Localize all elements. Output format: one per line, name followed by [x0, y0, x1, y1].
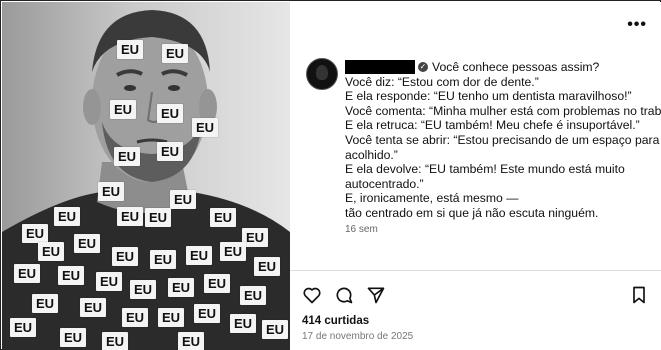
post-photo[interactable]: EU EU EU EU EU EU EU EU EU EU EU EU EU E… — [2, 2, 290, 350]
eu-sticker: EU — [32, 294, 59, 313]
eu-sticker: EU — [80, 298, 107, 317]
eu-sticker: EU — [54, 207, 81, 226]
caption-line: Você tenta se abrir: “Estou precisando d… — [345, 132, 661, 147]
likes-count[interactable]: 414 curtidas — [302, 315, 369, 327]
eu-sticker: EU — [110, 100, 137, 119]
eu-sticker: EU — [240, 286, 267, 305]
eu-sticker: EU — [150, 250, 177, 269]
eu-sticker: EU — [194, 304, 221, 323]
caption-header: ✓ Você conhece pessoas assim? — [345, 60, 660, 75]
like-button[interactable] — [302, 285, 322, 305]
eu-sticker: EU — [157, 142, 184, 161]
caption-line: Você diz: “Estou com dor de dente.” — [345, 74, 539, 89]
post-frame: EU EU EU EU EU EU EU EU EU EU EU EU EU E… — [0, 0, 661, 350]
eu-sticker: EU — [58, 266, 85, 285]
eu-sticker: EU — [130, 280, 157, 299]
eu-sticker: EU — [158, 308, 185, 327]
eu-sticker: EU — [74, 234, 101, 253]
eu-sticker: EU — [145, 208, 172, 227]
bookmark-icon — [633, 286, 645, 304]
eu-sticker: EU — [114, 147, 141, 166]
eu-sticker: EU — [60, 328, 87, 347]
eu-sticker: EU — [157, 104, 184, 123]
avatar[interactable] — [306, 58, 338, 90]
caption-title: Você conhece pessoas assim? — [432, 60, 600, 74]
eu-sticker: EU — [98, 182, 125, 201]
eu-sticker: EU — [96, 272, 123, 291]
eu-sticker: EU — [230, 314, 257, 333]
caption-line: autocentrado.” — [345, 176, 424, 191]
eu-sticker: EU — [204, 274, 231, 293]
more-horizontal-icon: ••• — [627, 16, 647, 33]
eu-sticker: EU — [162, 44, 189, 63]
caption-line: E, ironicamente, está mesmo — — [345, 191, 519, 206]
eu-sticker: EU — [117, 40, 144, 59]
send-icon — [367, 287, 385, 304]
comment-button[interactable] — [334, 285, 354, 305]
eu-sticker: EU — [254, 257, 281, 276]
post-caption: ✓ Você conhece pessoas assim? Você diz: … — [345, 60, 661, 221]
post-side-panel: ••• ✓ Você conhece pessoas assim? Você d… — [290, 2, 661, 350]
eu-sticker: EU — [186, 246, 213, 265]
eu-sticker: EU — [14, 264, 41, 283]
share-button[interactable] — [366, 285, 386, 305]
eu-sticker: EU — [38, 242, 65, 261]
eu-sticker: EU — [117, 207, 144, 226]
divider — [290, 270, 661, 271]
eu-sticker: EU — [112, 247, 139, 266]
more-options-button[interactable]: ••• — [627, 16, 647, 34]
eu-sticker: EU — [262, 320, 289, 339]
eu-sticker: EU — [122, 308, 149, 327]
save-button[interactable] — [629, 285, 649, 305]
post-date: 17 de novembro de 2025 — [302, 331, 414, 342]
eu-sticker: EU — [102, 332, 129, 350]
comment-icon — [336, 287, 353, 304]
caption-line: E ela responde: “EU tenho um dentista ma… — [345, 89, 632, 104]
eu-sticker: EU — [178, 332, 205, 350]
eu-sticker: EU — [10, 318, 37, 337]
caption-line: E ela devolve: “EU também! Este mundo es… — [345, 162, 625, 177]
action-bar — [302, 285, 386, 305]
redacted-username[interactable] — [345, 60, 415, 75]
caption-line: acolhido.” — [345, 147, 398, 162]
heart-icon — [303, 287, 321, 304]
eu-sticker: EU — [192, 118, 219, 137]
caption-line: Você comenta: “Minha mulher está com pro… — [345, 103, 661, 118]
eu-sticker: EU — [210, 208, 237, 227]
verified-badge-icon: ✓ — [418, 62, 428, 73]
eu-sticker: EU — [22, 224, 49, 243]
eu-sticker: EU — [170, 190, 197, 209]
caption-line: tão centrado em si que já não escuta nin… — [345, 205, 599, 220]
caption-line: E ela retruca: “EU também! Meu chefe é i… — [345, 118, 640, 133]
eu-sticker: EU — [168, 278, 195, 297]
post-time-ago[interactable]: 16 sem — [345, 224, 378, 235]
eu-sticker: EU — [220, 242, 247, 261]
